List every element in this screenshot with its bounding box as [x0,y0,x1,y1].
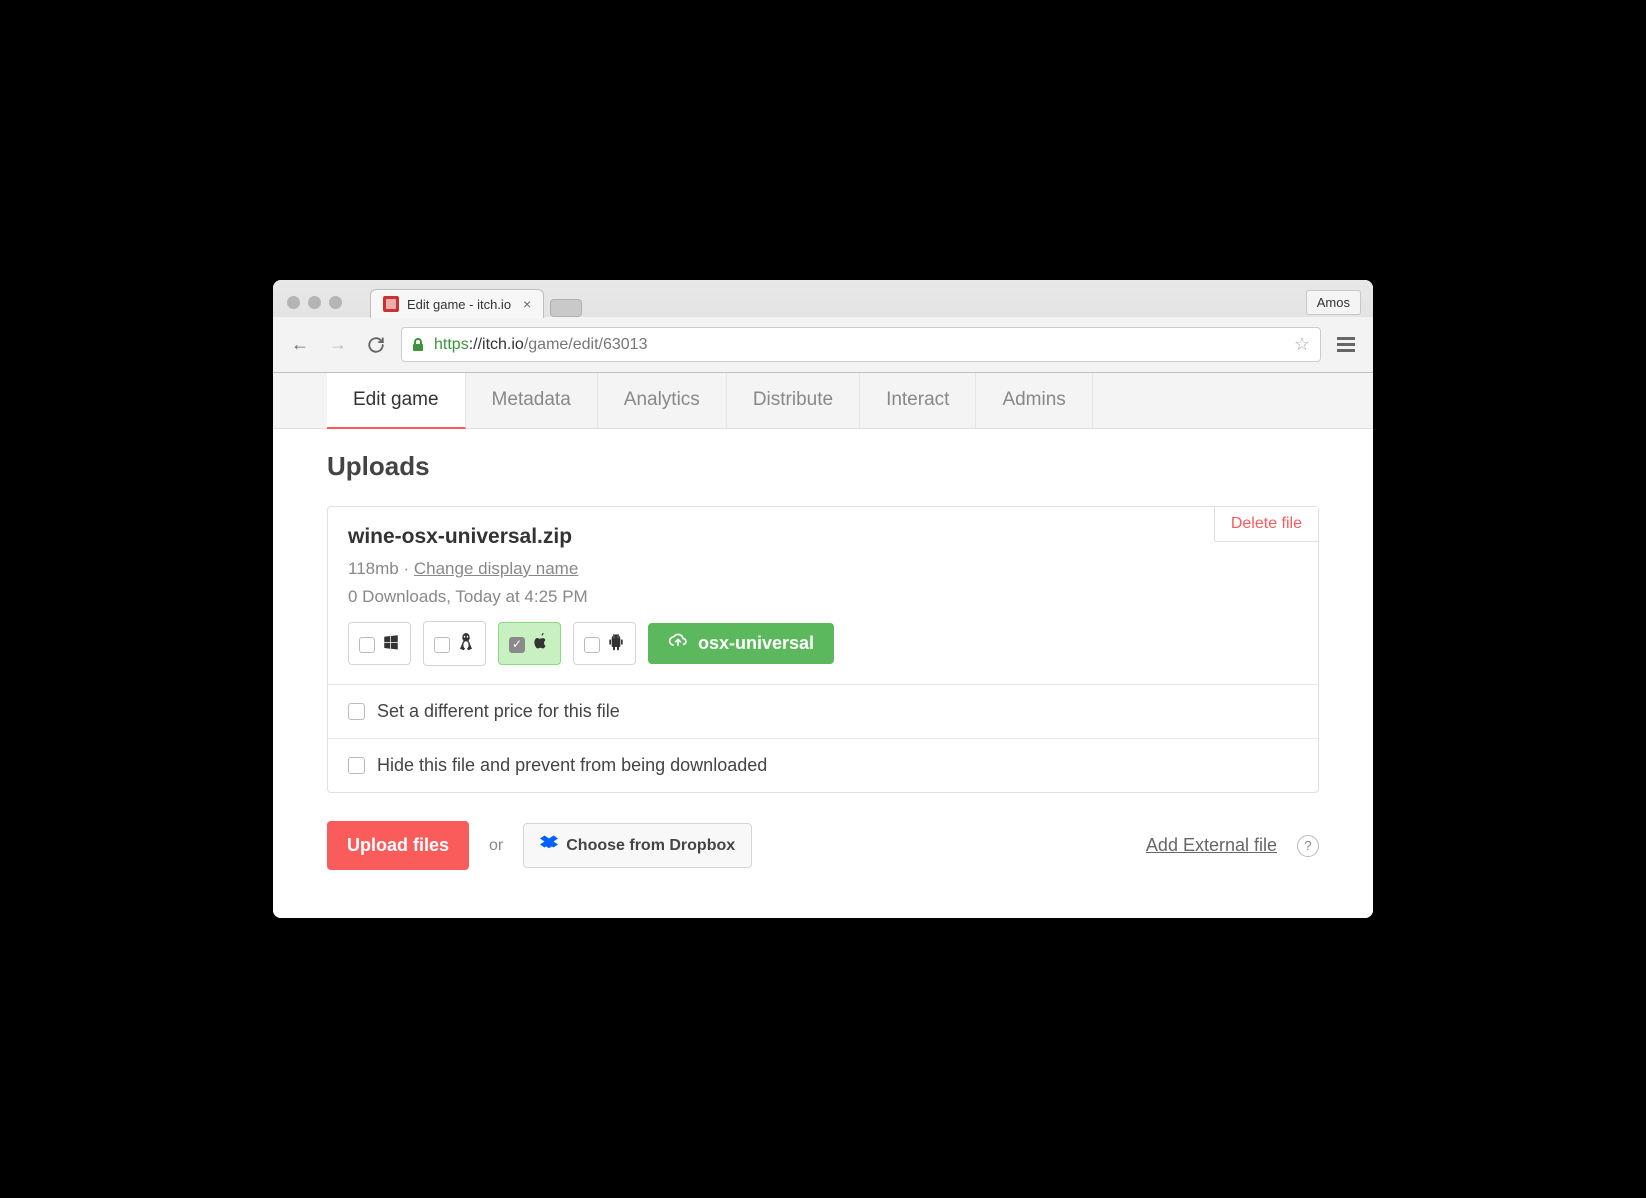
minimize-window-button[interactable] [308,296,321,309]
browser-toolbar: ← → https://itch.io/game/edit/63013 ☆ [273,317,1373,372]
dropbox-label: Choose from Dropbox [566,837,735,855]
tab-admins[interactable]: Admins [976,373,1092,428]
browser-tabs: Edit game - itch.io × [370,288,1298,317]
add-external-file-link[interactable]: Add External file [1146,835,1277,856]
channel-name: osx-universal [698,633,814,654]
tab-metadata[interactable]: Metadata [466,373,598,428]
upload-filename: wine-osx-universal.zip [348,525,1298,549]
upload-meta: 118mb · Change display name [348,559,1298,579]
section-title-uploads: Uploads [327,451,1319,482]
option-different-price: Set a different price for this file [328,684,1318,738]
checkbox-icon [359,637,375,653]
upload-actions: Upload files or Choose from Dropbox Add … [327,821,1319,870]
new-tab-button[interactable] [550,299,582,317]
address-bar[interactable]: https://itch.io/game/edit/63013 ☆ [401,327,1321,362]
upload-card: Delete file wine-osx-universal.zip 118mb… [327,506,1319,793]
option-label: Hide this file and prevent from being do… [377,755,767,776]
maximize-window-button[interactable] [329,296,342,309]
tab-title: Edit game - itch.io [407,297,511,312]
profile-button[interactable]: Amos [1306,290,1361,315]
apple-icon [532,633,550,656]
favicon [383,296,399,312]
checkbox-icon [509,637,525,653]
platform-android-checkbox[interactable] [573,622,636,665]
browser-tab-active[interactable]: Edit game - itch.io × [370,289,544,318]
platform-mac-checkbox[interactable] [498,622,561,665]
menu-button[interactable] [1333,333,1359,356]
windows-icon [382,633,400,656]
or-text: or [489,837,503,855]
cloud-upload-icon [668,633,688,654]
bookmark-star-icon[interactable]: ☆ [1294,334,1310,355]
option-hide-file: Hide this file and prevent from being do… [328,738,1318,792]
upload-card-header: Delete file wine-osx-universal.zip 118mb… [328,507,1318,684]
dropbox-button[interactable]: Choose from Dropbox [523,823,752,868]
upload-size: 118mb [348,559,399,578]
channel-badge: osx-universal [648,623,834,664]
lock-icon [412,338,424,352]
tab-interact[interactable]: Interact [860,373,976,428]
tab-distribute[interactable]: Distribute [727,373,860,428]
back-button[interactable]: ← [287,332,313,357]
checkbox-icon [434,637,450,653]
upload-stats: 0 Downloads, Today at 4:25 PM [348,587,1298,607]
change-display-name-link[interactable]: Change display name [414,559,578,578]
tab-analytics[interactable]: Analytics [598,373,727,428]
url-text: https://itch.io/game/edit/63013 [434,336,647,354]
platform-windows-checkbox[interactable] [348,622,411,665]
option-label: Set a different price for this file [377,701,620,722]
reload-button[interactable] [363,334,389,356]
delete-file-button[interactable]: Delete file [1214,507,1318,542]
forward-button[interactable]: → [325,332,351,357]
page-body: Uploads Delete file wine-osx-universal.z… [273,429,1373,918]
linux-icon [457,632,475,657]
dropbox-icon [540,835,558,856]
checkbox-icon [584,637,600,653]
tab-edit-game[interactable]: Edit game [327,373,466,429]
upload-files-button[interactable]: Upload files [327,821,469,870]
browser-window: Edit game - itch.io × Amos ← → https://i… [273,280,1373,918]
help-button[interactable]: ? [1297,835,1319,857]
traffic-lights [285,292,348,313]
platform-linux-checkbox[interactable] [423,621,486,666]
page-tabs: Edit game Metadata Analytics Distribute … [273,373,1373,429]
page-content: Edit game Metadata Analytics Distribute … [273,373,1373,918]
browser-chrome: Edit game - itch.io × Amos ← → https://i… [273,280,1373,373]
price-checkbox[interactable] [348,703,365,720]
titlebar: Edit game - itch.io × Amos [273,280,1373,317]
close-window-button[interactable] [287,296,300,309]
hide-checkbox[interactable] [348,757,365,774]
platform-row: osx-universal [348,621,1298,666]
android-icon [607,633,625,656]
close-tab-icon[interactable]: × [523,296,531,312]
